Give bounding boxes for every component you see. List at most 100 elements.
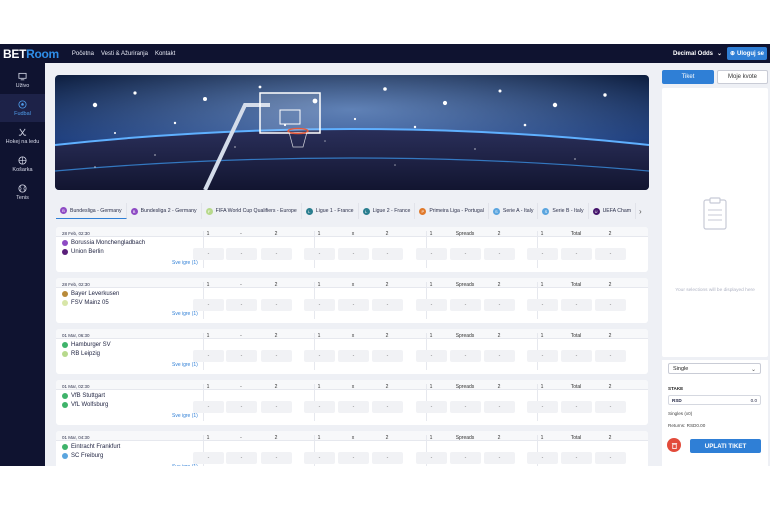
odds-button[interactable]: - [304,452,335,464]
odds-button[interactable]: - [484,248,515,260]
odds-button[interactable]: - [226,452,257,464]
league-tab[interactable]: B Bundesliga 2 - Germany [127,203,202,219]
away-team[interactable]: VfL Wolfsburg [62,402,108,408]
home-team[interactable]: Eintracht Frankfurt [62,444,120,450]
odds-button[interactable]: - [561,248,592,260]
odds-button[interactable]: - [450,299,481,311]
odds-button[interactable]: - [338,299,369,311]
odds-button[interactable]: - [372,299,403,311]
odds-button[interactable]: - [450,452,481,464]
odds-button[interactable]: - [561,299,592,311]
clear-slip-button[interactable] [667,438,681,452]
odds-button[interactable]: - [304,350,335,362]
away-team[interactable]: Union Berlin [62,249,104,255]
odds-button[interactable]: - [450,350,481,362]
odds-button[interactable]: - [226,350,257,362]
odds-button[interactable]: - [338,350,369,362]
odds-button[interactable]: - [484,401,515,413]
odds-button[interactable]: - [226,299,257,311]
sidebar-item-basketball[interactable]: Košarka [0,150,45,178]
odds-button[interactable]: - [304,248,335,260]
odds-button[interactable]: - [261,350,292,362]
odds-button[interactable]: - [193,299,224,311]
odds-button[interactable]: - [261,452,292,464]
odds-button[interactable]: - [527,350,558,362]
odds-button[interactable]: - [595,299,626,311]
league-tab[interactable]: B Bundesliga - Germany [56,203,127,219]
odds-button[interactable]: - [416,452,447,464]
odds-button[interactable]: - [226,401,257,413]
odds-button[interactable]: - [226,248,257,260]
more-markets-link[interactable]: Sve igre (1) [172,413,198,419]
odds-button[interactable]: - [193,401,224,413]
away-team[interactable]: RB Leipzig [62,351,100,357]
chevron-right-icon[interactable]: › [639,207,642,216]
odds-button[interactable]: - [595,350,626,362]
brand-logo[interactable]: BETRoom [3,47,59,61]
more-markets-link[interactable]: Sve igre (1) [172,311,198,317]
home-team[interactable]: Borussia Monchengladbach [62,240,145,246]
odds-button[interactable]: - [372,452,403,464]
odds-button[interactable]: - [261,299,292,311]
odds-button[interactable]: - [304,401,335,413]
sidebar-item-football[interactable]: Fudbal [0,94,45,122]
sidebar-item-live[interactable]: Uživo [0,66,45,94]
odds-button[interactable]: - [527,248,558,260]
odds-button[interactable]: - [416,248,447,260]
odds-button[interactable]: - [193,350,224,362]
nav-home[interactable]: Početna [72,51,94,57]
odds-button[interactable]: - [450,248,481,260]
odds-button[interactable]: - [261,248,292,260]
login-button[interactable]: ⊕ Uloguj se [727,47,767,60]
odds-button[interactable]: - [450,401,481,413]
odds-button[interactable]: - [372,248,403,260]
odds-button[interactable]: - [416,401,447,413]
league-tab[interactable]: F FIFA World Cup Qualifiers - Europe [202,203,302,219]
league-tab[interactable]: S Serie A - Italy [489,203,539,219]
odds-button[interactable]: - [595,248,626,260]
league-tab[interactable]: L Ligue 2 - France [359,203,416,219]
stake-input[interactable]: RSD 0.0 [668,395,761,405]
odds-button[interactable]: - [484,452,515,464]
odds-button[interactable]: - [372,401,403,413]
odds-button[interactable]: - [595,452,626,464]
bet-type-select[interactable]: Single ⌄ [668,363,761,374]
tab-my-odds[interactable]: Moje kvote [717,70,768,84]
odds-button[interactable]: - [416,350,447,362]
odds-button[interactable]: - [484,299,515,311]
league-tab[interactable]: S Serie B - Italy [538,203,589,219]
home-team[interactable]: Hamburger SV [62,342,111,348]
odds-button[interactable]: - [561,401,592,413]
home-team[interactable]: Bayer Leverkusen [62,291,119,297]
odds-button[interactable]: - [372,350,403,362]
sidebar-item-ice-hockey[interactable]: Hokej na ledu [0,122,45,150]
home-team[interactable]: VfB Stuttgart [62,393,105,399]
odds-button[interactable]: - [338,401,369,413]
odds-button[interactable]: - [561,452,592,464]
odds-button[interactable]: - [484,350,515,362]
odds-button[interactable]: - [261,401,292,413]
odds-button[interactable]: - [595,401,626,413]
odds-button[interactable]: - [193,248,224,260]
odds-button[interactable]: - [304,299,335,311]
away-team[interactable]: FSV Mainz 05 [62,300,109,306]
league-tab[interactable]: L Ligue 1 - France [302,203,359,219]
away-team[interactable]: SC Freiburg [62,453,103,459]
odds-button[interactable]: - [338,452,369,464]
league-tab[interactable]: U UEFA Cham [589,203,637,219]
odds-format-dropdown[interactable]: Decimal Odds ⌄ [673,50,722,58]
odds-button[interactable]: - [527,299,558,311]
odds-button[interactable]: - [416,299,447,311]
odds-button[interactable]: - [338,248,369,260]
odds-button[interactable]: - [561,350,592,362]
more-markets-link[interactable]: Sve igre (1) [172,464,198,466]
tab-ticket[interactable]: Tiket [662,70,714,84]
place-bet-button[interactable]: UPLATI TIKET [690,439,761,453]
more-markets-link[interactable]: Sve igre (1) [172,362,198,368]
odds-button[interactable]: - [527,401,558,413]
odds-button[interactable]: - [527,452,558,464]
league-tab[interactable]: P Primeira Liga - Portugal [415,203,489,219]
sidebar-item-tennis[interactable]: Tenis [0,178,45,206]
odds-button[interactable]: - [193,452,224,464]
nav-contact[interactable]: Kontakt [155,51,175,57]
